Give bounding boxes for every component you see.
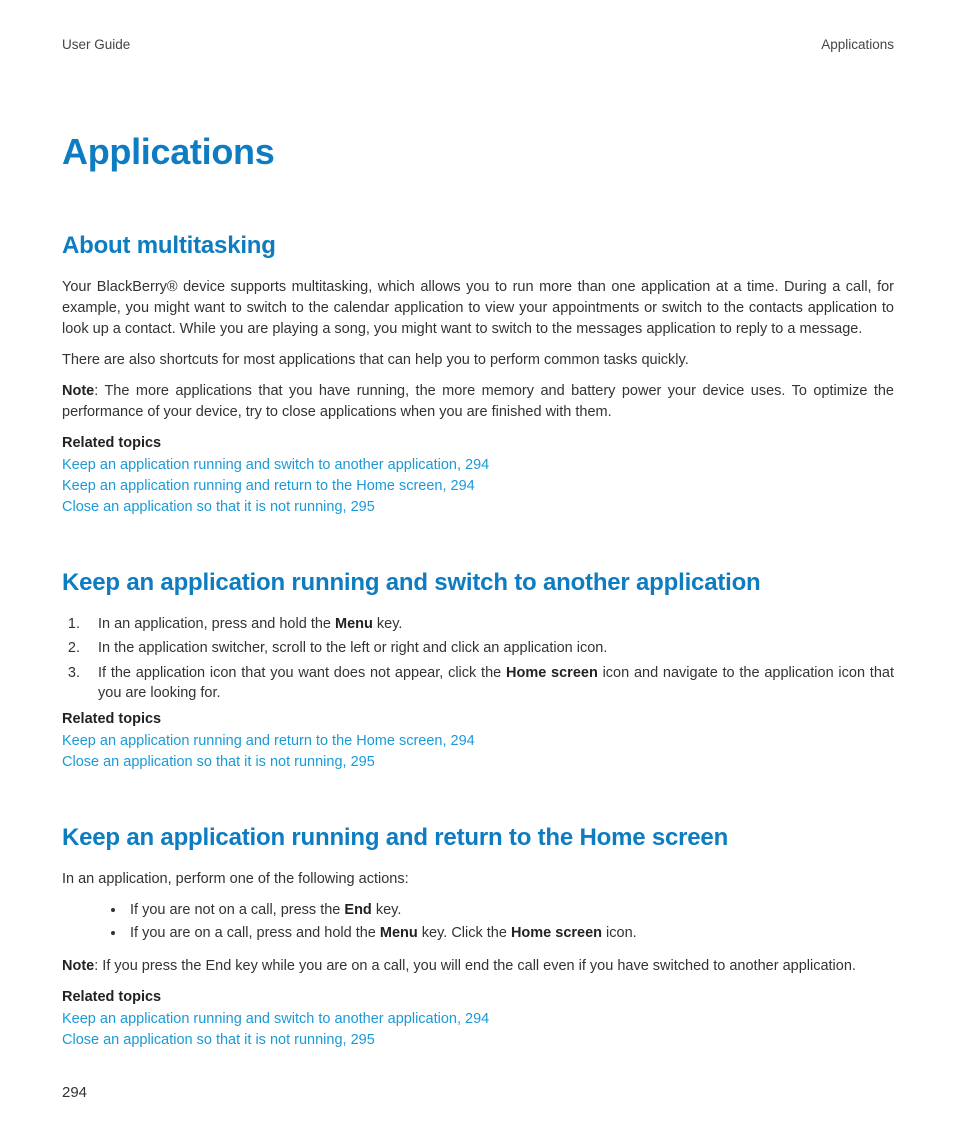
b2-bold-menu: Menu bbox=[380, 925, 418, 941]
related-link-switch[interactable]: Keep an application running and switch t… bbox=[62, 455, 894, 476]
step1-text-a: In an application, press and hold the bbox=[98, 616, 335, 632]
b2-text-e: icon. bbox=[602, 925, 637, 941]
related-link-home[interactable]: Keep an application running and return t… bbox=[62, 476, 894, 497]
page-header: User Guide Applications bbox=[62, 36, 894, 55]
section-about-multitasking: About multitasking Your BlackBerry® devi… bbox=[62, 229, 894, 518]
b1-text-c: key. bbox=[372, 902, 402, 918]
related-link-home[interactable]: Keep an application running and return t… bbox=[62, 731, 894, 752]
switch-steps: In an application, press and hold the Me… bbox=[84, 614, 894, 703]
home-bullets: If you are not on a call, press the End … bbox=[126, 900, 894, 944]
section-return-home: Keep an application running and return t… bbox=[62, 821, 894, 1051]
b2-text-a: If you are on a call, press and hold the bbox=[130, 925, 380, 941]
related-topics-heading: Related topics bbox=[62, 433, 894, 453]
section-heading-switch: Keep an application running and switch t… bbox=[62, 566, 894, 600]
related-link-switch[interactable]: Keep an application running and switch t… bbox=[62, 1009, 894, 1030]
about-paragraph-1: Your BlackBerry® device supports multita… bbox=[62, 277, 894, 340]
note-label: Note bbox=[62, 383, 94, 399]
page-title: Applications bbox=[62, 127, 894, 177]
switch-step-2: In the application switcher, scroll to t… bbox=[84, 638, 894, 658]
page-number: 294 bbox=[62, 1082, 87, 1103]
b1-text-a: If you are not on a call, press the bbox=[130, 902, 344, 918]
related-topics-heading: Related topics bbox=[62, 709, 894, 729]
note-text: : If you press the End key while you are… bbox=[94, 958, 856, 974]
step1-text-c: key. bbox=[373, 616, 403, 632]
about-note: Note: The more applications that you hav… bbox=[62, 381, 894, 423]
b2-bold-home: Home screen bbox=[511, 925, 602, 941]
header-left: User Guide bbox=[62, 36, 130, 55]
switch-step-1: In an application, press and hold the Me… bbox=[84, 614, 894, 634]
related-link-close[interactable]: Close an application so that it is not r… bbox=[62, 752, 894, 773]
note-label: Note bbox=[62, 958, 94, 974]
note-text: : The more applications that you have ru… bbox=[62, 383, 894, 420]
section-switch-application: Keep an application running and switch t… bbox=[62, 566, 894, 773]
home-bullet-2: If you are on a call, press and hold the… bbox=[126, 923, 894, 943]
header-right: Applications bbox=[821, 36, 894, 55]
step3-text-a: If the application icon that you want do… bbox=[98, 665, 506, 681]
step1-bold: Menu bbox=[335, 616, 373, 632]
related-link-close[interactable]: Close an application so that it is not r… bbox=[62, 1030, 894, 1051]
about-paragraph-2: There are also shortcuts for most applic… bbox=[62, 350, 894, 371]
home-bullet-1: If you are not on a call, press the End … bbox=[126, 900, 894, 920]
related-link-close[interactable]: Close an application so that it is not r… bbox=[62, 497, 894, 518]
home-note: Note: If you press the End key while you… bbox=[62, 956, 894, 977]
section-heading-about: About multitasking bbox=[62, 229, 894, 263]
step3-bold: Home screen bbox=[506, 665, 598, 681]
related-topics-heading: Related topics bbox=[62, 987, 894, 1007]
home-intro: In an application, perform one of the fo… bbox=[62, 869, 894, 890]
b2-text-c: key. Click the bbox=[418, 925, 511, 941]
section-heading-home: Keep an application running and return t… bbox=[62, 821, 894, 855]
switch-step-3: If the application icon that you want do… bbox=[84, 663, 894, 704]
b1-bold: End bbox=[344, 902, 371, 918]
